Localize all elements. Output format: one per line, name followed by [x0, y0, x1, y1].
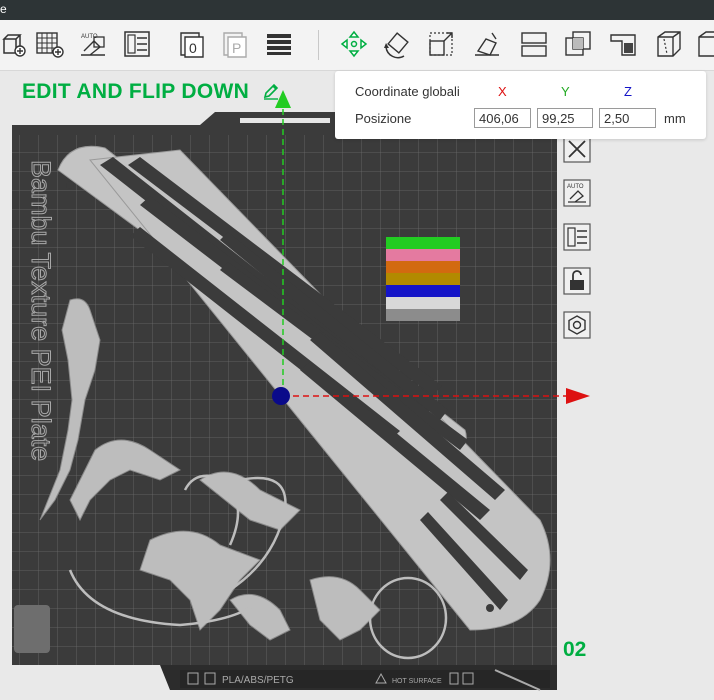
split-icon: [521, 32, 547, 57]
build-plate-scene[interactable]: Bambu Texture PEI Plate PLA/ABS/PETG HOT…: [0, 71, 714, 700]
hexagon-settings-icon: [563, 311, 591, 339]
plate-name-label[interactable]: EDIT AND FLIP DOWN: [22, 80, 249, 104]
plate-arrange-button[interactable]: [561, 221, 593, 253]
auto-orient-icon: AUTO: [563, 179, 591, 207]
layers-button[interactable]: [262, 26, 296, 62]
axis-z-label: Z: [624, 84, 632, 99]
x-axis-handle[interactable]: [566, 388, 590, 404]
auto-orient-button[interactable]: AUTO: [76, 26, 110, 62]
plate-zero-button[interactable]: 0: [175, 26, 209, 62]
toolbar-separator: [318, 30, 319, 60]
layout-icon: [563, 223, 591, 251]
cut-button[interactable]: [561, 26, 595, 62]
lay-on-face-icon: [475, 32, 499, 56]
position-label: Posizione: [355, 111, 412, 126]
footer-surface: HOT SURFACE: [392, 678, 442, 685]
scale-icon: [429, 32, 453, 56]
axis-x-label: X: [498, 84, 507, 99]
swatch: [386, 285, 460, 297]
unlock-icon: [563, 267, 591, 295]
plate-p-icon: P: [223, 32, 247, 58]
plate-lock-button[interactable]: [561, 265, 593, 297]
split-button[interactable]: [517, 26, 551, 62]
swatch: [386, 309, 460, 321]
filament-swatches: [386, 237, 460, 321]
footer-filament: PLA/ABS/PETG: [222, 675, 294, 686]
plate-p-button[interactable]: P: [218, 26, 252, 62]
axis-y-label: Y: [561, 84, 570, 99]
swatch: [386, 237, 460, 249]
plate-watermark: Bambu Texture PEI Plate: [26, 160, 56, 461]
coords-title: Coordinate globali: [355, 84, 460, 99]
cut-icon: [565, 31, 591, 56]
swatch: [386, 297, 460, 309]
rotate-icon: [384, 32, 409, 59]
position-x-field[interactable]: 406,06: [474, 108, 531, 128]
auto-orient-icon: AUTO: [81, 34, 105, 56]
main-toolbar: AUTO 0 P: [0, 20, 714, 71]
seam-paint-icon: [657, 31, 681, 57]
plate-zero-icon: 0: [180, 32, 204, 58]
z-axis-handle[interactable]: [272, 387, 290, 405]
move-button[interactable]: [337, 26, 371, 62]
cube-button[interactable]: [694, 26, 714, 62]
support-paint-icon: [610, 34, 636, 56]
position-z-field[interactable]: 2,50: [599, 108, 656, 128]
plate-number: 02: [563, 638, 587, 661]
edit-pencil-icon[interactable]: [262, 82, 280, 100]
svg-text:AUTO: AUTO: [567, 184, 584, 190]
move-icon: [340, 30, 368, 58]
svg-text:P: P: [232, 40, 241, 56]
layout-button[interactable]: [120, 26, 154, 62]
position-y-field[interactable]: 99,25: [537, 108, 593, 128]
layout-icon: [124, 31, 150, 57]
3d-viewport[interactable]: Bambu Texture PEI Plate PLA/ABS/PETG HOT…: [0, 71, 714, 700]
cube-icon: [698, 31, 714, 57]
plate-settings-button[interactable]: [561, 309, 593, 341]
scale-button[interactable]: [425, 26, 459, 62]
seam-paint-button[interactable]: [651, 26, 685, 62]
rotate-button[interactable]: [380, 26, 414, 62]
swatch: [386, 249, 460, 261]
add-plate-button[interactable]: [0, 26, 34, 62]
layers-icon: [267, 34, 291, 55]
title-bar: e: [0, 0, 714, 20]
arrange-grid-icon: [36, 32, 64, 58]
coordinates-panel: Coordinate globali X Y Z Posizione 406,0…: [335, 71, 706, 139]
swatch: [386, 273, 460, 285]
arrange-button[interactable]: [33, 26, 67, 62]
plate-auto-orient-button[interactable]: AUTO: [561, 177, 593, 209]
unit-label: mm: [664, 111, 686, 126]
swatch: [386, 261, 460, 273]
window-title: e: [0, 2, 7, 16]
lay-on-face-button[interactable]: [470, 26, 504, 62]
svg-text:0: 0: [189, 40, 197, 56]
support-paint-button[interactable]: [606, 26, 640, 62]
add-plate-icon: [2, 34, 26, 57]
